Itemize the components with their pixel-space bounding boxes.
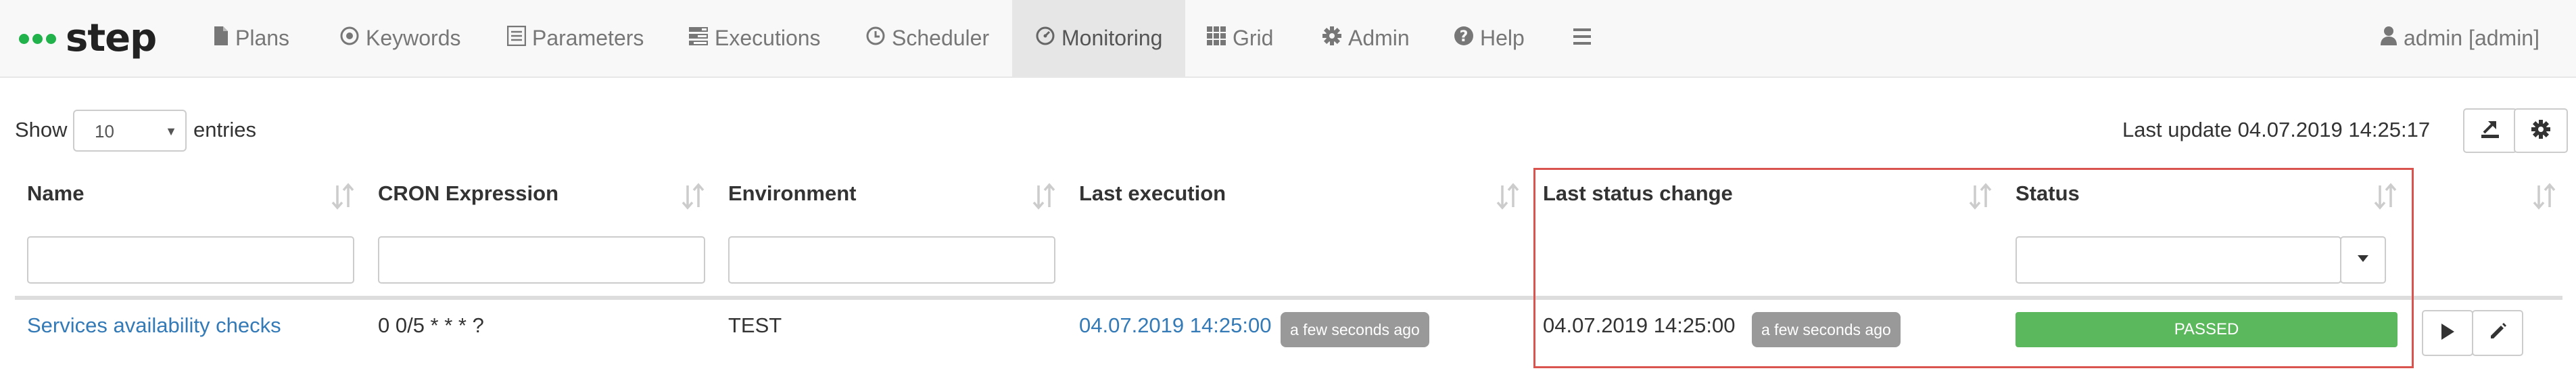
page-size-select[interactable]: 10 ▼ (73, 110, 187, 152)
export-icon (2480, 119, 2500, 143)
sort-icon[interactable] (331, 183, 354, 210)
nav-help[interactable]: ? Help (1454, 0, 1525, 76)
nav-scheduler[interactable]: Scheduler (865, 0, 989, 76)
filter-name-input[interactable] (27, 236, 354, 284)
filter-environment-input[interactable] (728, 236, 1055, 284)
nav-keywords[interactable]: Keywords (339, 0, 461, 76)
show-label: Show (15, 118, 68, 141)
clock-icon (865, 26, 886, 51)
caret-down-icon: ▼ (165, 125, 177, 138)
row-environment: TEST (728, 313, 782, 337)
step-logo[interactable]: step (19, 15, 157, 62)
nav-plans[interactable]: Plans (213, 0, 289, 76)
question-circle-icon: ? (1454, 26, 1474, 51)
user-menu[interactable]: admin [admin] (2380, 0, 2539, 76)
column-header-name[interactable]: Name (27, 181, 84, 206)
nav-keywords-label: Keywords (366, 26, 461, 50)
dashboard-icon (1035, 26, 1055, 51)
sort-icon[interactable] (1032, 183, 1055, 210)
pencil-icon (2488, 322, 2507, 345)
file-icon (213, 26, 229, 51)
run-button[interactable] (2422, 310, 2473, 356)
logo-text: step (66, 16, 157, 60)
nav-parameters[interactable]: Parameters (506, 0, 644, 76)
nav-grid[interactable]: Grid (1206, 0, 1273, 76)
list-icon (506, 25, 527, 51)
entries-label: entries (193, 118, 257, 141)
menu-toggle[interactable] (1573, 0, 1592, 76)
nav-monitoring[interactable]: Monitoring (1012, 0, 1185, 76)
hamburger-icon (1573, 26, 1592, 51)
row-name-link[interactable]: Services availability checks (27, 313, 281, 338)
nav-grid-label: Grid (1233, 26, 1274, 50)
last-execution-ago-badge: a few seconds ago (1281, 312, 1429, 347)
logo-dots-icon (19, 33, 56, 44)
gear-icon (2531, 119, 2551, 143)
column-header-environment[interactable]: Environment (728, 181, 856, 206)
tasks-icon (688, 26, 709, 51)
column-header-cron[interactable]: CRON Expression (378, 181, 558, 206)
user-icon (2380, 26, 2398, 51)
table-settings-button[interactable] (2514, 108, 2568, 153)
dot-circle-icon (339, 26, 360, 51)
sort-icon[interactable] (682, 183, 705, 210)
page-size-value: 10 (95, 121, 114, 141)
nav-admin[interactable]: Admin (1322, 0, 1410, 76)
nav-admin-label: Admin (1348, 26, 1410, 50)
row-last-execution-link[interactable]: 04.07.2019 14:25:00 (1079, 313, 1271, 338)
highlight-annotation (1533, 168, 2414, 368)
nav-plans-label: Plans (235, 26, 290, 50)
nav-monitoring-label: Monitoring (1062, 26, 1163, 50)
sort-icon[interactable] (2533, 183, 2556, 210)
export-button[interactable] (2463, 108, 2517, 153)
grid-icon (1206, 26, 1226, 51)
last-update: Last update 04.07.2019 14:25:17 (2122, 118, 2431, 141)
nav-scheduler-label: Scheduler (892, 26, 990, 50)
nav-executions-label: Executions (715, 26, 821, 50)
column-header-last-execution[interactable]: Last execution (1079, 181, 1226, 206)
svg-text:?: ? (1460, 28, 1469, 45)
row-cron: 0 0/5 * * * ? (378, 313, 484, 337)
filter-cron-input[interactable] (378, 236, 705, 284)
cog-icon (1322, 26, 1342, 51)
navbar: step Plans Keywords Parameters Execution… (0, 0, 2576, 78)
nav-help-label: Help (1480, 26, 1525, 50)
nav-parameters-label: Parameters (532, 26, 644, 50)
sort-icon[interactable] (1496, 183, 1519, 210)
edit-button[interactable] (2472, 310, 2523, 356)
user-name: admin [admin] (2404, 26, 2539, 50)
play-icon (2440, 323, 2455, 344)
nav-executions[interactable]: Executions (688, 0, 821, 76)
